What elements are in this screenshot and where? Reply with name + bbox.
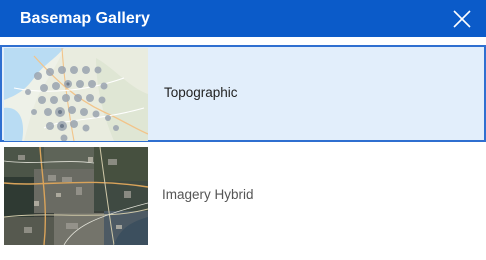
basemap-label-topographic: Topographic	[164, 85, 238, 100]
gallery-header: Basemap Gallery	[0, 0, 486, 37]
basemap-item-topographic[interactable]: Topographic	[0, 45, 486, 142]
basemap-list: Topographic Imagery Hybrid	[0, 37, 486, 260]
panel-title: Basemap Gallery	[20, 9, 150, 27]
close-button[interactable]	[452, 9, 472, 29]
basemap-item-imagery-hybrid[interactable]: Imagery Hybrid	[0, 147, 486, 245]
topographic-thumbnail	[4, 48, 148, 141]
close-icon	[453, 10, 471, 28]
imagery-hybrid-thumbnail	[4, 147, 148, 245]
basemap-label-imagery-hybrid: Imagery Hybrid	[162, 187, 254, 202]
